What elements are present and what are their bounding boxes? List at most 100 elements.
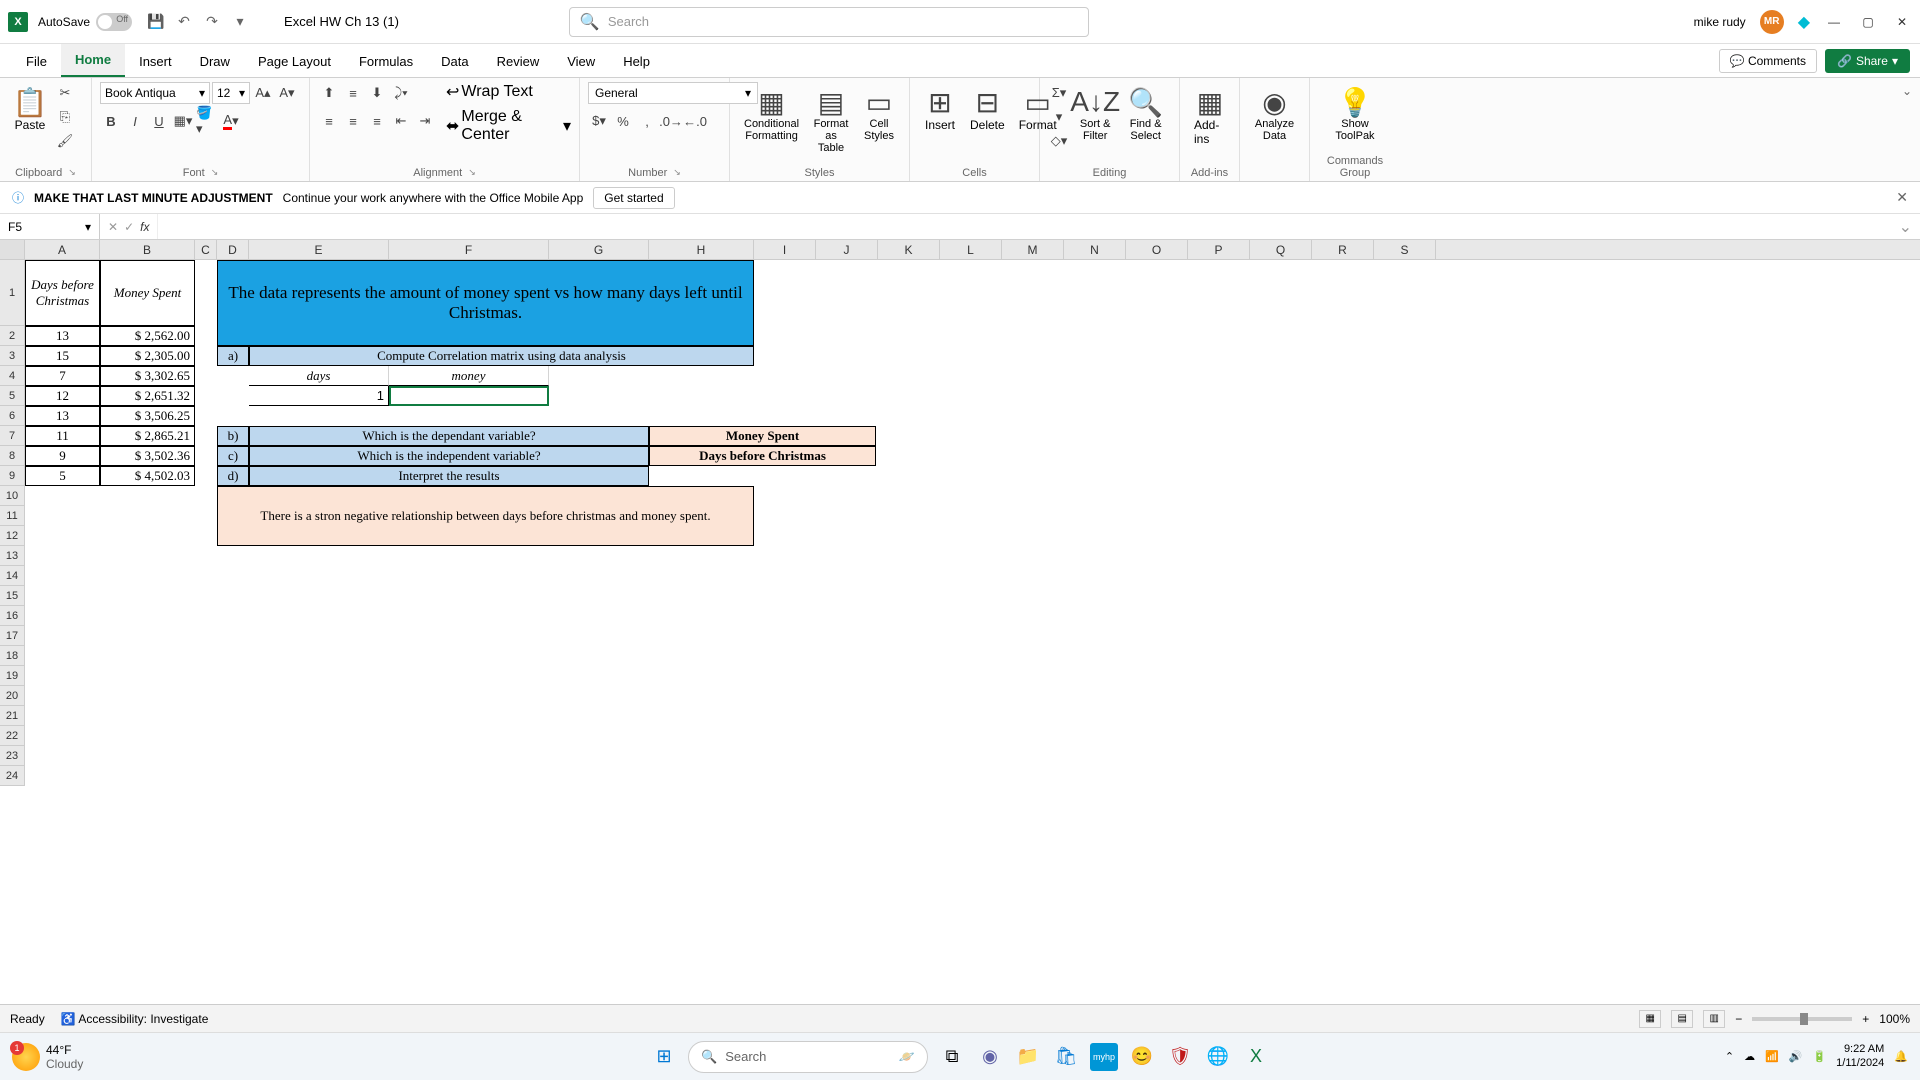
corr-header-money[interactable]: money [389,366,549,386]
battery-icon[interactable]: 🔋 [1812,1050,1826,1063]
row-header-3[interactable]: 3 [0,346,25,366]
spreadsheet-grid[interactable]: A B C D E F G H I J K L M N O P Q R S 12… [0,240,1920,1052]
label-b[interactable]: b) [217,426,249,446]
col-header-l[interactable]: L [940,240,1002,259]
banner-text[interactable]: The data represents the amount of money … [217,260,754,346]
qat-dropdown-icon[interactable]: ▾ [230,12,250,32]
cell-money[interactable]: $ 2,651.32 [100,386,195,406]
font-size-select[interactable]: 12▾ [212,82,250,104]
row-header-13[interactable]: 13 [0,546,25,566]
comma-icon[interactable]: , [636,110,658,132]
cell-days[interactable]: 13 [25,326,100,346]
row-header-7[interactable]: 7 [0,426,25,446]
italic-icon[interactable]: I [124,110,146,132]
delete-cells-button[interactable]: ⊟Delete [964,82,1011,136]
zoom-out-icon[interactable]: − [1735,1012,1742,1026]
analyze-data-button[interactable]: ◉Analyze Data [1248,82,1301,146]
row-header-1[interactable]: 1 [0,260,25,326]
fill-icon[interactable]: ▾ [1048,106,1070,128]
increase-indent-icon[interactable]: ⇥ [414,110,436,132]
maximize-icon[interactable]: ▢ [1858,12,1878,32]
redo-icon[interactable]: ↷ [202,12,222,32]
bold-icon[interactable]: B [100,110,122,132]
find-select-button[interactable]: 🔍Find & Select [1120,82,1171,146]
weather-widget[interactable]: 1 44°F Cloudy [12,1043,83,1071]
cut-icon[interactable]: ✂ [54,82,76,104]
launcher-icon[interactable]: ↘ [468,167,476,179]
row-header-14[interactable]: 14 [0,566,25,586]
launcher-icon[interactable]: ↘ [211,167,219,179]
decrease-decimal-icon[interactable]: ←.0 [684,110,706,132]
header-money[interactable]: Money Spent [100,260,195,326]
close-icon[interactable]: ✕ [1892,12,1912,32]
col-header-r[interactable]: R [1312,240,1374,259]
tab-formulas[interactable]: Formulas [345,46,427,77]
text-a[interactable]: Compute Correlation matrix using data an… [249,346,754,366]
row-header-11[interactable]: 11 [0,506,25,526]
autosave-toggle[interactable] [96,13,132,31]
align-left-icon[interactable]: ≡ [318,110,340,132]
increase-font-icon[interactable]: A▴ [252,82,274,104]
accessibility-status[interactable]: ♿ Accessibility: Investigate [61,1012,209,1026]
row-header-17[interactable]: 17 [0,626,25,646]
cell-days[interactable]: 11 [25,426,100,446]
col-header-a[interactable]: A [25,240,100,259]
row-header-5[interactable]: 5 [0,386,25,406]
share-button[interactable]: 🔗Share ▾ [1825,49,1910,73]
align-middle-icon[interactable]: ≡ [342,82,364,104]
page-layout-view-icon[interactable]: ▤ [1671,1010,1693,1028]
increase-decimal-icon[interactable]: .0→ [660,110,682,132]
merge-center-button[interactable]: ⬌ Merge & Center ▾ [446,108,571,144]
fx-icon[interactable]: fx [140,220,149,234]
taskbar-search[interactable]: 🔍Search🪐 [688,1041,928,1073]
onedrive-icon[interactable]: ☁ [1744,1050,1755,1063]
conditional-formatting-button[interactable]: ▦Conditional Formatting [738,82,805,146]
cell-days[interactable]: 13 [25,406,100,426]
clock[interactable]: 9:22 AM 1/11/2024 [1836,1043,1884,1069]
tab-help[interactable]: Help [609,46,664,77]
task-view-icon[interactable]: ⧉ [938,1043,966,1071]
cell-styles-button[interactable]: ▭Cell Styles [857,82,901,146]
font-color-icon[interactable]: A▾ [220,110,242,132]
selected-cell-f5[interactable] [389,386,549,406]
col-header-d[interactable]: D [217,240,249,259]
accounting-icon[interactable]: $▾ [588,110,610,132]
hp-icon[interactable]: myhp [1090,1043,1118,1071]
col-header-i[interactable]: I [754,240,816,259]
cell-money[interactable]: $ 3,502.36 [100,446,195,466]
tab-page-layout[interactable]: Page Layout [244,46,345,77]
row-header-22[interactable]: 22 [0,726,25,746]
col-header-g[interactable]: G [549,240,649,259]
name-box[interactable]: F5▾ [0,214,100,239]
row-header-10[interactable]: 10 [0,486,25,506]
tab-draw[interactable]: Draw [186,46,244,77]
clear-icon[interactable]: ◇▾ [1048,130,1070,152]
answer-b[interactable]: Money Spent [649,426,876,446]
cell-money[interactable]: $ 3,506.25 [100,406,195,426]
tab-file[interactable]: File [12,46,61,77]
fill-color-icon[interactable]: 🪣▾ [196,110,218,132]
chrome-icon[interactable]: 🌐 [1204,1043,1232,1071]
text-d[interactable]: Interpret the results [249,466,649,486]
row-header-12[interactable]: 12 [0,526,25,546]
row-header-20[interactable]: 20 [0,686,25,706]
col-header-p[interactable]: P [1188,240,1250,259]
col-header-m[interactable]: M [1002,240,1064,259]
col-header-e[interactable]: E [249,240,389,259]
label-a[interactable]: a) [217,346,249,366]
zoom-slider[interactable] [1752,1017,1852,1021]
row-header-21[interactable]: 21 [0,706,25,726]
answer-c[interactable]: Days before Christmas [649,446,876,466]
show-toolpak-button[interactable]: 💡Show ToolPak [1318,82,1392,146]
text-b[interactable]: Which is the dependant variable? [249,426,649,446]
explorer-icon[interactable]: 📁 [1014,1043,1042,1071]
label-d[interactable]: d) [217,466,249,486]
user-name[interactable]: mike rudy [1694,15,1746,29]
text-c[interactable]: Which is the independent variable? [249,446,649,466]
tab-review[interactable]: Review [483,46,554,77]
row-header-23[interactable]: 23 [0,746,25,766]
col-header-n[interactable]: N [1064,240,1126,259]
launcher-icon[interactable]: ↘ [68,167,76,179]
tray-chevron-icon[interactable]: ⌃ [1725,1050,1734,1063]
sort-filter-button[interactable]: A↓ZSort & Filter [1072,82,1118,146]
